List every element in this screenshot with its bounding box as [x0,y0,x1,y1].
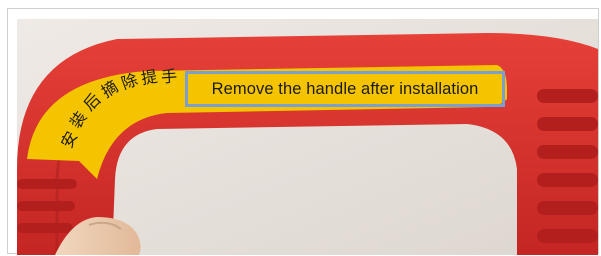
english-label-text: Remove the handle after installation [211,79,479,98]
highlighted-english-label: Remove the handle after installation [185,71,505,107]
chinese-char-7: 手 [160,66,178,87]
handle-illustration [17,19,598,255]
product-photo: 安 装 后 摘 除 提 手 Remove the handle after in… [17,19,598,255]
